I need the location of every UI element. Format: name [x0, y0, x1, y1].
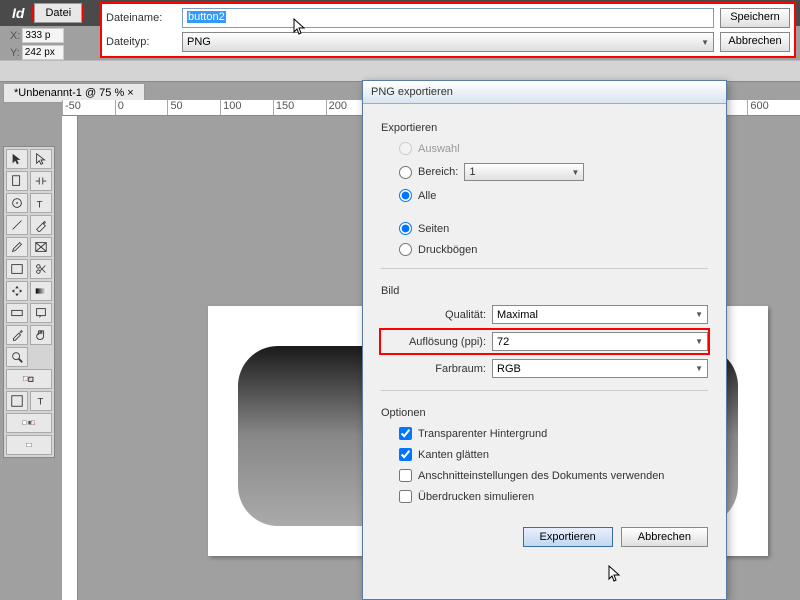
image-section-label: Bild [381, 285, 708, 297]
menu-file[interactable]: Datei [34, 3, 82, 23]
y-coord-input[interactable] [22, 45, 64, 60]
transform-tool-icon[interactable] [6, 281, 28, 301]
chevron-down-icon: ▼ [695, 310, 703, 319]
png-export-dialog: PNG exportieren Exportieren Auswahl Bere… [362, 80, 727, 600]
export-selection-radio: Auswahl [381, 140, 708, 157]
export-all-radio[interactable]: Alle [381, 187, 708, 204]
range-dropdown[interactable]: 1▼ [464, 163, 584, 181]
bleed-checkbox[interactable]: Anschnitteinstellungen des Dokuments ver… [381, 467, 708, 484]
save-dialog-bar: Dateiname: button2 Speichern Dateityp: P… [100, 2, 796, 58]
view-mode-icon[interactable] [6, 435, 52, 455]
gradient-tool-icon[interactable] [30, 281, 52, 301]
pages-radio[interactable]: Seiten [381, 220, 708, 237]
tool-palette: T T [3, 146, 55, 458]
resolution-label: Auflösung (ppi): [381, 336, 486, 348]
filetype-dropdown[interactable]: PNG▼ [182, 32, 714, 52]
line-tool-icon[interactable] [6, 215, 28, 235]
rectangle-tool-icon[interactable] [6, 259, 28, 279]
gradient-feather-tool-icon[interactable] [6, 303, 28, 323]
chevron-down-icon: ▼ [701, 38, 709, 47]
selection-tool-icon[interactable] [6, 149, 28, 169]
page-tool-icon[interactable] [6, 171, 28, 191]
secondary-toolbar [0, 60, 800, 82]
gap-tool-icon[interactable] [30, 171, 52, 191]
quality-dropdown[interactable]: Maximal▼ [492, 305, 708, 324]
direct-select-tool-icon[interactable] [30, 149, 52, 169]
app-logo: Id [4, 5, 32, 21]
colorspace-label: Farbraum: [381, 363, 486, 375]
format-text-icon[interactable]: T [30, 391, 52, 411]
note-tool-icon[interactable] [30, 303, 52, 323]
svg-text:T: T [38, 397, 44, 408]
export-button[interactable]: Exportieren [523, 527, 613, 547]
svg-text:T: T [37, 199, 43, 210]
export-range-radio[interactable]: Bereich:1▼ [381, 161, 708, 183]
antialias-checkbox[interactable]: Kanten glätten [381, 446, 708, 463]
transparent-bg-checkbox[interactable]: Transparenter Hintergrund [381, 425, 708, 442]
zoom-tool-icon[interactable] [6, 347, 28, 367]
filetype-label: Dateityp: [106, 36, 176, 48]
chevron-down-icon: ▼ [695, 337, 703, 346]
export-section-label: Exportieren [381, 122, 708, 134]
pen-tool-icon[interactable] [30, 215, 52, 235]
spreads-radio[interactable]: Druckbögen [381, 241, 708, 258]
dialog-title: PNG exportieren [363, 81, 726, 104]
scissors-tool-icon[interactable] [30, 259, 52, 279]
apply-color-icon[interactable] [6, 413, 52, 433]
vertical-ruler [62, 116, 78, 600]
options-section-label: Optionen [381, 407, 708, 419]
x-coord-input[interactable] [22, 28, 64, 43]
resolution-dropdown[interactable]: 72▼ [492, 332, 708, 351]
resolution-row-highlighted: Auflösung (ppi): 72▼ [379, 328, 710, 355]
fill-stroke-icon[interactable] [6, 369, 52, 389]
filename-label: Dateiname: [106, 12, 176, 24]
dialog-cancel-button[interactable]: Abbrechen [621, 527, 708, 547]
content-tool-icon[interactable] [6, 193, 28, 213]
coordinate-panel: X: Y: [10, 28, 64, 60]
overprint-checkbox[interactable]: Überdrucken simulieren [381, 488, 708, 505]
format-container-icon[interactable] [6, 391, 28, 411]
pencil-tool-icon[interactable] [6, 237, 28, 257]
hand-tool-icon[interactable] [30, 325, 52, 345]
chevron-down-icon: ▼ [695, 364, 703, 373]
quality-label: Qualität: [381, 309, 486, 321]
filename-input[interactable]: button2 [182, 8, 714, 28]
cancel-button[interactable]: Abbrechen [720, 32, 790, 52]
save-button[interactable]: Speichern [720, 8, 790, 28]
chevron-down-icon: ▼ [571, 168, 579, 177]
type-tool-icon[interactable]: T [30, 193, 52, 213]
colorspace-dropdown[interactable]: RGB▼ [492, 359, 708, 378]
eyedropper-tool-icon[interactable] [6, 325, 28, 345]
rectangle-frame-tool-icon[interactable] [30, 237, 52, 257]
